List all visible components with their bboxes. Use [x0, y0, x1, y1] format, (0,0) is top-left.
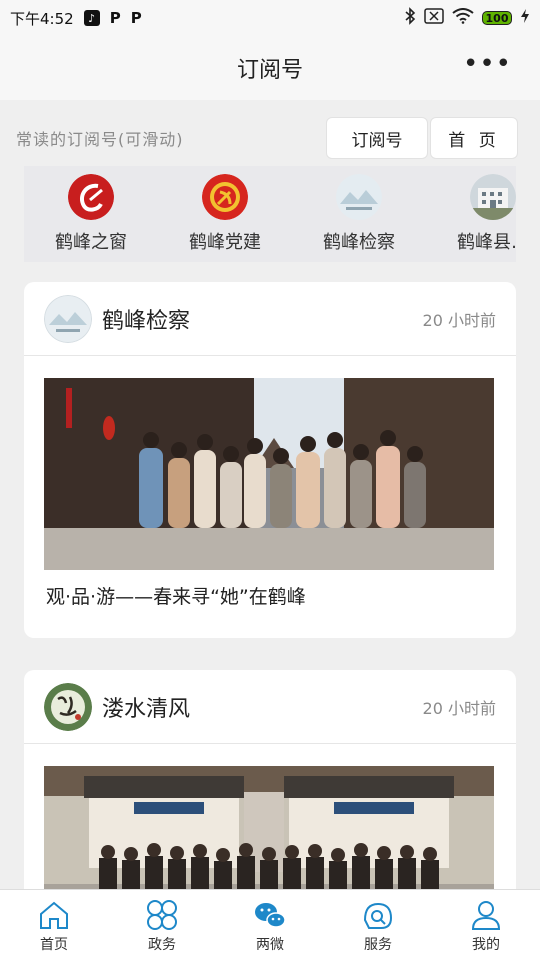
subscription-name: 鹤峰党建: [189, 232, 261, 253]
article-card[interactable]: 鹤峰检察 20 小时前 观·品·游——春来寻“她”在鹤峰: [24, 282, 516, 638]
nav-government[interactable]: 政务: [108, 890, 216, 960]
nav-label: 服务: [364, 937, 392, 953]
mountain-landscape-icon: [44, 294, 92, 343]
parking-icon: P: [109, 9, 121, 27]
brand-red-icon: [68, 174, 114, 220]
status-bar: 下午4:52 ♪ P P 100: [0, 0, 540, 36]
nav-service[interactable]: 服务: [324, 890, 432, 960]
government-icon: [147, 900, 177, 930]
mountain-landscape-icon: [336, 174, 382, 220]
charging-icon: [520, 8, 530, 28]
frequent-label: 常读的订阅号(可滑动): [16, 130, 184, 149]
post-time: 20 小时前: [422, 310, 496, 330]
subscription-item[interactable]: 鹤峰党建: [158, 166, 292, 262]
frequent-subscriptions-header: 常读的订阅号(可滑动) 订阅号 首 页: [16, 116, 518, 160]
user-icon: [471, 901, 501, 930]
app-header: 订阅号 •••: [0, 36, 540, 100]
party-emblem-icon: [202, 174, 248, 220]
bluetooth-icon: [404, 7, 416, 29]
account-name: 鹤峰检察: [102, 308, 191, 334]
nav-profile[interactable]: 我的: [432, 890, 540, 960]
account-name: 溇水清风: [102, 696, 191, 722]
tiktok-icon: ♪: [83, 10, 100, 26]
subscription-name: 鹤峰检察: [323, 232, 395, 253]
nav-wechat-weibo[interactable]: 两微: [216, 890, 324, 960]
more-options-icon[interactable]: •••: [463, 51, 512, 77]
card-header[interactable]: 鹤峰检察 20 小时前: [24, 282, 516, 356]
post-time: 20 小时前: [422, 698, 496, 718]
wechat-weibo-icon: [255, 903, 286, 928]
tab-subscriptions[interactable]: 订阅号: [326, 117, 428, 159]
article-title[interactable]: 观·品·游——春来寻“她”在鹤峰: [46, 582, 494, 609]
subscription-item[interactable]: 鹤峰之窗: [24, 166, 158, 262]
bottom-navigation: 首页 政务 两微 服务 我的: [0, 889, 540, 960]
subscription-name: 鹤峰县…: [457, 232, 516, 253]
wifi-icon: [452, 8, 474, 28]
calligraphy-avatar-icon: [44, 682, 92, 731]
nav-label: 政务: [148, 937, 176, 953]
nav-label: 我的: [472, 937, 500, 953]
subscriptions-carousel[interactable]: 鹤峰之窗 鹤峰党建 鹤峰检察 鹤峰县: [24, 166, 516, 262]
nav-label: 首页: [40, 937, 68, 953]
battery-icon: 100: [482, 11, 512, 25]
page-title: 订阅号: [236, 58, 303, 83]
subscription-item[interactable]: 鹤峰县…: [426, 166, 516, 262]
no-sim-icon: [424, 8, 444, 28]
service-icon: [363, 902, 393, 929]
home-icon: [40, 901, 68, 929]
building-icon: [470, 174, 516, 220]
tab-home[interactable]: 首 页: [430, 117, 518, 159]
article-photo[interactable]: [44, 378, 494, 570]
subscription-item[interactable]: 鹤峰检察: [292, 166, 426, 262]
subscription-name: 鹤峰之窗: [55, 232, 127, 253]
status-time: 下午4:52: [10, 9, 74, 28]
parking-icon: P: [130, 9, 142, 27]
view-toggle: 订阅号 首 页: [326, 117, 518, 159]
nav-label: 两微: [256, 937, 284, 953]
nav-home[interactable]: 首页: [0, 890, 108, 960]
card-header[interactable]: 溇水清风 20 小时前: [24, 670, 516, 744]
